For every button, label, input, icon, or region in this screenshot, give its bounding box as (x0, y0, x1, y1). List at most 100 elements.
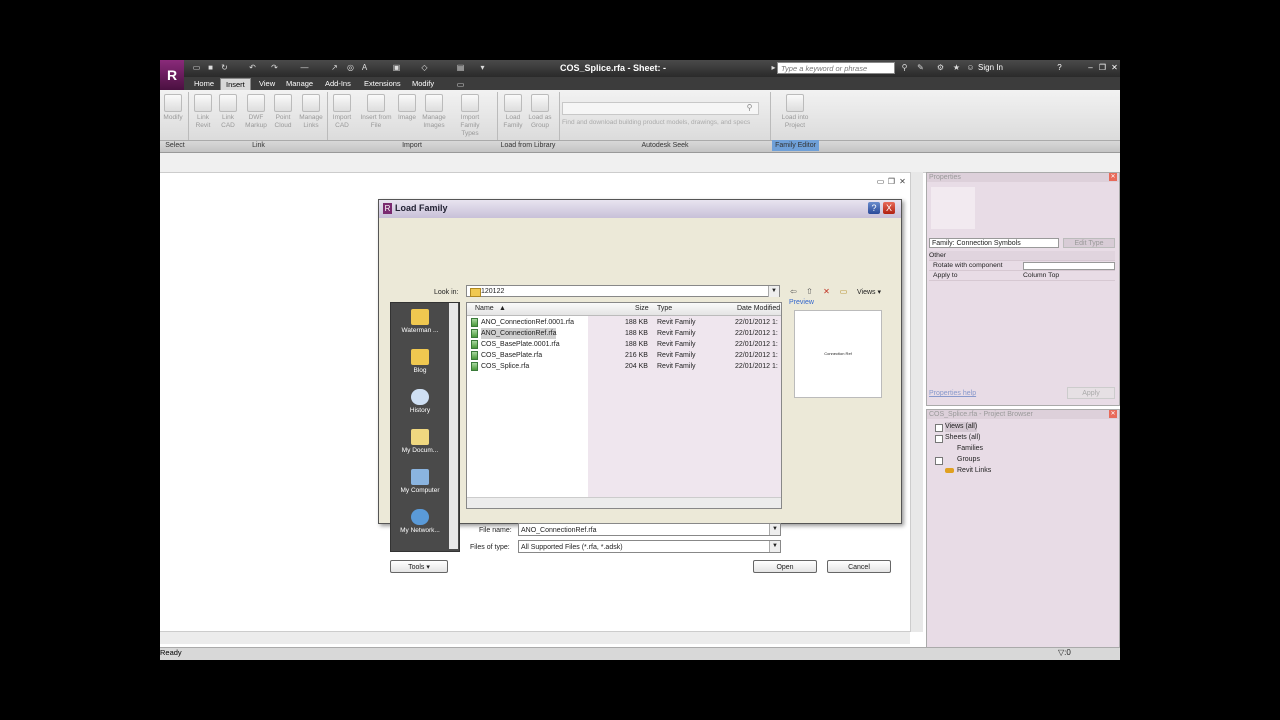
panel-load-from-library[interactable]: Load from Library (498, 141, 558, 151)
browser-item-sheets[interactable]: Sheets (all) (945, 433, 980, 443)
minimize-icon[interactable]: – (1086, 63, 1095, 72)
place-blog[interactable]: Blog (391, 349, 449, 374)
views-menu[interactable]: Views ▾ (857, 288, 881, 296)
close-window-icon[interactable]: ✕ (1110, 63, 1119, 72)
load-family-button[interactable]: Load Family (501, 94, 525, 134)
panel-link[interactable]: Link (190, 141, 327, 151)
panel-family-editor[interactable]: Family Editor (772, 141, 819, 151)
section-icon[interactable]: ◇ (420, 63, 429, 72)
user-icon[interactable]: ☺ (966, 63, 975, 72)
insert-from-file-button[interactable]: Insert from File (360, 94, 392, 134)
tools-button[interactable]: Tools ▾ (390, 560, 448, 573)
apply-button[interactable]: Apply (1067, 387, 1115, 399)
delete-icon[interactable]: ✕ (822, 287, 831, 296)
column-size[interactable]: Size (635, 305, 649, 312)
file-row-selected[interactable]: ANO_ConnectionRef.rfa 188 KB Revit Family 2… (467, 328, 781, 339)
modify-button[interactable]: Modify (161, 94, 185, 134)
view-horizontal-scrollbar[interactable] (160, 631, 910, 644)
rotate-with-component-checkbox[interactable] (1023, 262, 1115, 270)
tab-home[interactable]: Home (189, 78, 219, 90)
3d-view-icon[interactable]: ▣ (392, 63, 401, 72)
back-icon[interactable]: ⇦ (789, 287, 798, 296)
place-waterman[interactable]: Waterman ... (391, 309, 449, 334)
binoculars-icon[interactable]: ⚲ (745, 103, 754, 112)
column-type[interactable]: Type (657, 305, 672, 312)
tag-icon[interactable]: ◎ (346, 63, 355, 72)
place-my-computer[interactable]: My Computer (391, 469, 449, 494)
application-menu-button[interactable]: R (160, 60, 184, 90)
redo-icon[interactable]: ↷ (270, 63, 279, 72)
load-into-project-button[interactable]: Load into Project (775, 94, 815, 134)
new-folder-icon[interactable]: ▭ (839, 287, 848, 296)
chevron-down-icon[interactable]: ▼ (768, 286, 779, 297)
family-type-selector[interactable]: Family: Connection Symbols (929, 238, 1059, 248)
binoculars-icon[interactable]: ⚲ (900, 63, 909, 72)
views-node-icon[interactable] (935, 424, 943, 432)
cancel-button[interactable]: Cancel (827, 560, 891, 573)
place-history[interactable]: History (391, 389, 449, 414)
browser-item-groups[interactable]: Groups (957, 455, 980, 465)
link-revit-button[interactable]: Link Revit (191, 94, 215, 134)
text-icon[interactable]: A (360, 63, 369, 72)
restore-icon[interactable]: ❐ (1098, 63, 1107, 72)
file-row[interactable]: COS_BasePlate.rfa 216 KB Revit Family 22/01… (467, 350, 781, 361)
favorites-icon[interactable]: ★ (952, 63, 961, 72)
browser-item-views[interactable]: Views (all) (945, 422, 978, 432)
tab-add-ins[interactable]: Add-Ins (320, 78, 356, 90)
panel-select[interactable]: Select (162, 141, 188, 151)
tab-extensions[interactable]: Extensions (359, 78, 406, 90)
panel-import[interactable]: Import (328, 141, 496, 151)
windows-icon[interactable]: ▤ (456, 63, 465, 72)
groups-node-icon[interactable] (935, 457, 943, 465)
tab-modify[interactable]: Modify (407, 78, 439, 90)
customize-icon[interactable]: ▾ (478, 63, 487, 72)
sign-in-link[interactable]: Sign In (978, 63, 1003, 72)
chevron-down-icon[interactable]: ▼ (769, 541, 780, 552)
keyword-search-input[interactable]: Type a keyword or phrase (777, 62, 895, 74)
communication-icon[interactable]: ⚙ (936, 63, 945, 72)
view-vertical-scrollbar[interactable] (910, 172, 923, 632)
undo-icon[interactable]: ↶ (248, 63, 257, 72)
sync-icon[interactable]: ↻ (220, 63, 229, 72)
save-icon[interactable]: ■ (206, 63, 215, 72)
help-icon[interactable]: ? (1055, 63, 1064, 72)
view-minimize-icon[interactable]: ▭ (876, 177, 885, 186)
open-button[interactable]: Open (753, 560, 817, 573)
up-folder-icon[interactable]: ⇧ (805, 287, 814, 296)
dialog-close-button[interactable]: X (883, 202, 895, 214)
chevron-down-icon[interactable]: ▼ (769, 524, 780, 535)
file-list-horizontal-scrollbar[interactable] (467, 497, 781, 508)
open-icon[interactable]: ▭ (192, 63, 201, 72)
places-scrollbar[interactable] (449, 303, 458, 549)
file-row[interactable]: COS_Splice.rfa 204 KB Revit Family 22/01/20… (467, 361, 781, 372)
browser-close-icon[interactable]: ✕ (1109, 410, 1117, 418)
dialog-help-button[interactable]: ? (868, 202, 880, 214)
measure-icon[interactable]: — (300, 63, 309, 72)
import-cad-button[interactable]: Import CAD (330, 94, 354, 134)
properties-help-link[interactable]: Properties help (929, 390, 976, 397)
panel-autodesk-seek[interactable]: Autodesk Seek (560, 141, 770, 151)
seek-search-input[interactable] (562, 102, 759, 115)
place-my-network[interactable]: My Network... (391, 509, 449, 534)
file-row[interactable]: ANO_ConnectionRef.0001.rfa 188 KB Revit Fa… (467, 317, 781, 328)
subscription-icon[interactable]: ✎ (916, 63, 925, 72)
property-value[interactable]: Column Top (1023, 271, 1059, 280)
load-as-group-button[interactable]: Load as Group (528, 94, 552, 134)
tab-manage[interactable]: Manage (281, 78, 318, 90)
view-close-icon[interactable]: ✕ (898, 177, 907, 186)
point-cloud-button[interactable]: Point Cloud (271, 94, 295, 134)
dwf-markup-button[interactable]: DWF Markup (244, 94, 268, 134)
browser-item-families[interactable]: Families (957, 444, 983, 454)
column-name[interactable]: Name (475, 305, 494, 312)
files-of-type-select[interactable]: All Supported Files (*.rfa, *.adsk) ▼ (518, 540, 781, 553)
properties-close-icon[interactable]: ✕ (1109, 173, 1117, 181)
manage-links-button[interactable]: Manage Links (299, 94, 323, 134)
place-my-documents[interactable]: My Docum... (391, 429, 449, 454)
link-cad-button[interactable]: Link CAD (216, 94, 240, 134)
dimension-icon[interactable]: ↗ (330, 63, 339, 72)
sheets-node-icon[interactable] (935, 435, 943, 443)
file-name-input[interactable]: ANO_ConnectionRef.rfa ▼ (518, 523, 781, 536)
edit-type-button[interactable]: Edit Type (1063, 238, 1115, 248)
image-button[interactable]: Image (395, 94, 419, 134)
filter-count[interactable]: ▽:0 (1058, 648, 1071, 657)
